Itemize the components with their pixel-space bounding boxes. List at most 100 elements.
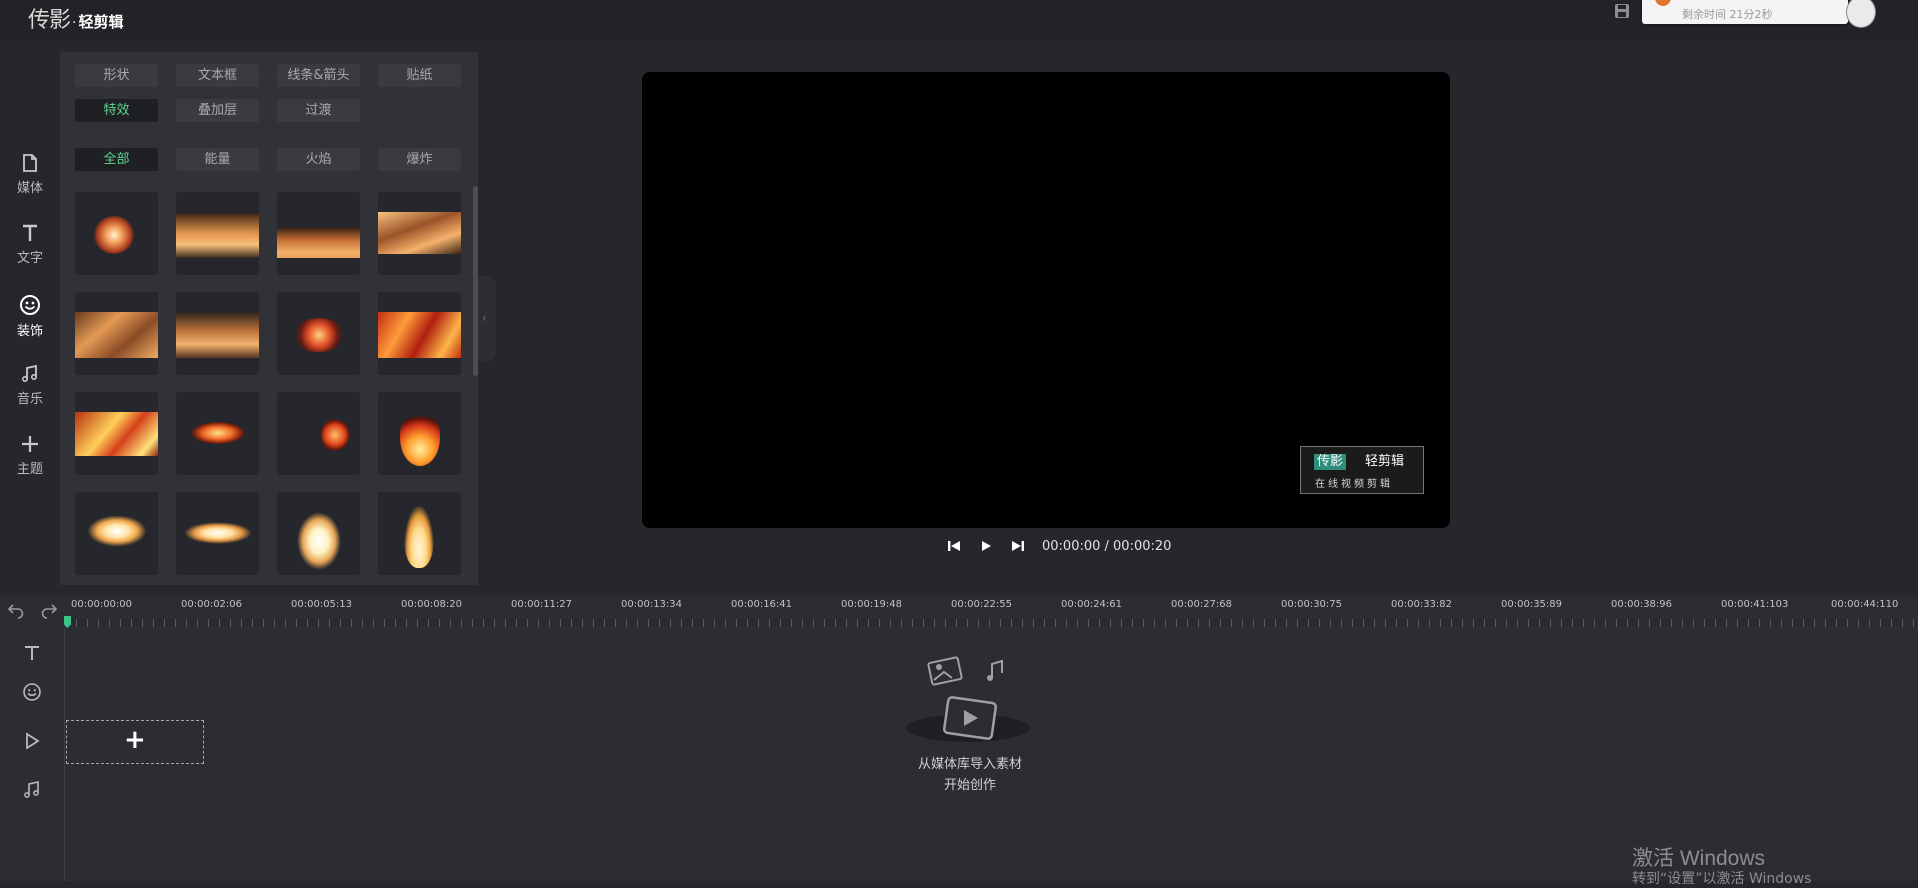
ruler-tick-label: 00:00:13:34 xyxy=(621,599,683,610)
tab-transition[interactable]: 过渡 xyxy=(277,99,360,122)
undo-icon[interactable] xyxy=(7,601,25,619)
play-icon xyxy=(982,541,991,551)
top-bar: 传影 · 轻剪辑 剩余时间 21分2秒 xyxy=(0,0,1918,40)
nav-item-text[interactable]: 文字 xyxy=(0,223,60,283)
add-clip-plus: + xyxy=(124,725,146,755)
tab-effects[interactable]: 特效 xyxy=(75,99,158,122)
ruler-tick-label: 00:00:11:27 xyxy=(511,599,573,610)
playback-controls: 00:00:00 / 00:00:20 xyxy=(944,536,1171,556)
text-icon xyxy=(23,224,37,241)
next-frame-button[interactable] xyxy=(1008,536,1028,556)
app-logo[interactable]: 传影 · 轻剪辑 xyxy=(28,2,123,32)
ruler-tick-label: 00:00:19:48 xyxy=(841,599,903,610)
ruler-tick-label: 00:00:22:55 xyxy=(951,599,1013,610)
empty-hint-line1: 从媒体库导入素材 xyxy=(917,757,1022,772)
music-icon[interactable] xyxy=(21,779,43,801)
logo-separator: · xyxy=(72,15,77,31)
add-clip-button[interactable]: + xyxy=(66,720,204,764)
smiley-icon xyxy=(20,295,40,315)
effect-thumbnail[interactable] xyxy=(378,192,461,275)
effect-thumbnail[interactable] xyxy=(277,192,360,275)
track-divider xyxy=(64,629,65,881)
nav-label-theme: 主题 xyxy=(16,462,43,477)
ruler-tick-label: 00:00:35:89 xyxy=(1501,599,1563,610)
tab-overlay[interactable]: 叠加层 xyxy=(176,99,259,122)
ruler-tick-label: 00:00:33:82 xyxy=(1391,599,1453,610)
ruler-tick-label: 00:00:16:41 xyxy=(731,599,793,610)
filter-energy[interactable]: 能量 xyxy=(176,148,259,171)
empty-hint: 从媒体库导入素材 开始创作 xyxy=(860,754,1080,796)
ruler-tick-label: 00:00:24:61 xyxy=(1061,599,1123,610)
chevron-left-icon: ‹ xyxy=(482,311,487,325)
nav-item-media[interactable]: 媒体 xyxy=(0,153,60,213)
effect-thumbnail[interactable] xyxy=(75,492,158,575)
effect-thumbnail[interactable] xyxy=(277,492,360,575)
remaining-time-text: 剩余时间 21分2秒 xyxy=(1682,8,1773,21)
effect-thumbnail[interactable] xyxy=(176,292,259,375)
filter-all[interactable]: 全部 xyxy=(75,148,158,171)
previous-frame-button[interactable] xyxy=(944,536,964,556)
effect-thumbnail[interactable] xyxy=(176,392,259,475)
media-import-illustration xyxy=(906,656,1030,742)
logo-sub: 轻剪辑 xyxy=(78,13,124,31)
nav-item-music[interactable]: 音乐 xyxy=(0,364,60,424)
music-icon xyxy=(21,364,38,383)
plus-icon xyxy=(22,436,38,452)
windows-activation-sub: 转到“设置”以激活 Windows xyxy=(1632,871,1812,887)
filter-flame[interactable]: 火焰 xyxy=(277,148,360,171)
preview-watermark: 传影 轻剪辑 在线视频剪辑 xyxy=(1300,446,1424,494)
skip-back-icon xyxy=(948,541,960,551)
nav-item-theme[interactable]: 主题 xyxy=(0,434,60,494)
tab-textbox[interactable]: 文本框 xyxy=(176,64,259,87)
tab-stickers[interactable]: 贴纸 xyxy=(378,64,461,87)
ruler-tick-label: 00:00:41:103 xyxy=(1721,599,1789,610)
effect-thumbnail[interactable] xyxy=(277,292,360,375)
ruler-tick-label: 00:00:08:20 xyxy=(401,599,463,610)
ruler-tick-label: 00:00:05:13 xyxy=(291,599,353,610)
filter-explosion[interactable]: 爆炸 xyxy=(378,148,461,171)
avatar[interactable] xyxy=(1846,0,1876,28)
play-button[interactable] xyxy=(976,536,996,556)
ruler-tick-label: 00:00:00:00 xyxy=(71,599,133,610)
timecode: 00:00:00 / 00:00:20 xyxy=(1042,538,1172,554)
effect-thumbnail[interactable] xyxy=(176,492,259,575)
ruler-tick-label: 00:00:38:96 xyxy=(1611,599,1673,610)
nav-item-decoration[interactable]: 装饰 xyxy=(0,294,60,354)
ruler-tick-label: 00:00:02:06 xyxy=(181,599,243,610)
collapse-panel-button[interactable]: ‹ xyxy=(478,276,496,362)
file-icon xyxy=(23,154,37,172)
remaining-time-notice: 剩余时间 21分2秒 xyxy=(1642,0,1848,24)
ruler-ticks xyxy=(65,619,1918,627)
save-icon[interactable] xyxy=(1614,3,1630,19)
decoration-panel: 形状 文本框 线条&箭头 贴纸 特效 叠加层 过渡 全部 能量 火焰 爆炸 xyxy=(60,52,478,585)
watermark-subtitle: 在线视频剪辑 xyxy=(1315,479,1393,490)
effect-thumbnail[interactable] xyxy=(378,492,461,575)
skip-forward-icon xyxy=(1012,541,1024,551)
effect-thumbnail[interactable] xyxy=(75,392,158,475)
effect-thumbnail[interactable] xyxy=(176,192,259,275)
effect-thumbnail[interactable] xyxy=(75,292,158,375)
logo-main: 传影 xyxy=(28,7,71,32)
effect-thumbnail[interactable] xyxy=(75,192,158,275)
ruler-tick-label: 00:00:44:110 xyxy=(1831,599,1899,610)
tab-shape[interactable]: 形状 xyxy=(75,64,158,87)
empty-hint-line2: 开始创作 xyxy=(943,778,996,793)
notice-icon xyxy=(1655,0,1671,6)
effect-thumbnail[interactable] xyxy=(378,292,461,375)
nav-label-text: 文字 xyxy=(16,251,43,266)
text-icon[interactable] xyxy=(21,642,43,664)
tab-lines-arrows[interactable]: 线条&箭头 xyxy=(277,64,360,87)
effect-thumbnail[interactable] xyxy=(378,392,461,475)
redo-icon[interactable] xyxy=(40,601,58,619)
nav-label-music: 音乐 xyxy=(16,392,43,407)
left-nav: 媒体 文字 装饰 音乐 主题 xyxy=(0,40,60,595)
ruler-tick-label: 00:00:27:68 xyxy=(1171,599,1233,610)
nav-label-media: 媒体 xyxy=(16,181,43,196)
effect-thumbnail[interactable] xyxy=(277,392,360,475)
play-icon[interactable] xyxy=(21,730,43,752)
watermark-brand: 传影 xyxy=(1314,454,1347,470)
smiley-icon[interactable] xyxy=(21,681,43,703)
nav-label-decoration: 装饰 xyxy=(16,324,43,339)
ruler-tick-label: 00:00:30:75 xyxy=(1281,599,1343,610)
watermark-title: 轻剪辑 xyxy=(1365,454,1405,469)
